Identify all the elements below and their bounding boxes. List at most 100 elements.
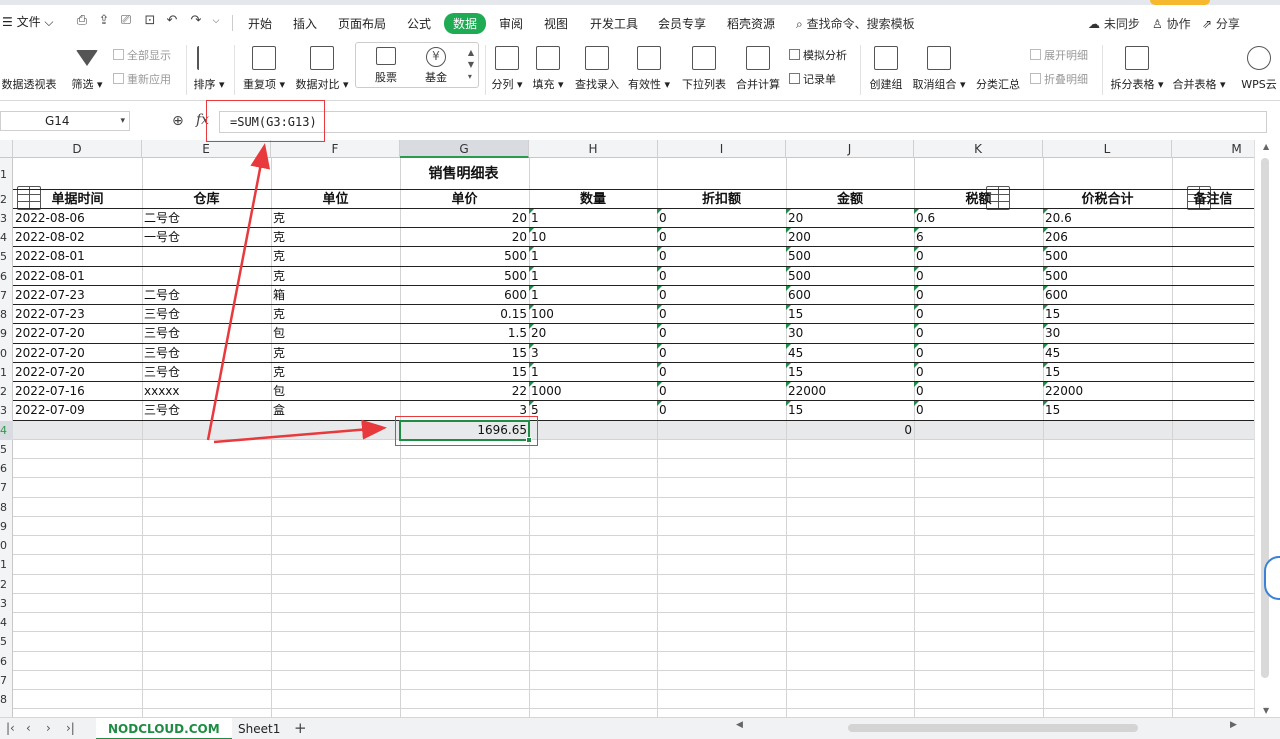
row-header[interactable]: 5 xyxy=(0,632,13,651)
split-table-button[interactable]: 拆分表格 ▾ xyxy=(1108,46,1166,92)
table-cell[interactable]: 箱 xyxy=(271,286,400,305)
table-cell[interactable]: 45 xyxy=(786,344,914,363)
row-header[interactable]: 5 xyxy=(0,247,13,266)
row-header[interactable]: 3 xyxy=(0,209,13,228)
row-header[interactable]: 7 xyxy=(0,286,13,305)
table-cell[interactable]: 2022-07-20 xyxy=(13,344,142,363)
fx-icon[interactable]: fx xyxy=(196,112,209,128)
table-cell[interactable]: 15 xyxy=(1043,401,1172,420)
table-cell[interactable]: 1 xyxy=(529,363,657,382)
row-header[interactable]: 9 xyxy=(0,324,13,343)
table-cell[interactable]: 克 xyxy=(271,247,400,266)
table-cell[interactable]: 0 xyxy=(657,286,786,305)
preview-icon[interactable]: ⊡ xyxy=(142,13,158,29)
column-header-k[interactable]: K xyxy=(914,140,1043,158)
table-cell[interactable]: 2022-07-23 xyxy=(13,305,142,324)
table-cell[interactable]: 2022-08-01 xyxy=(13,247,142,266)
row-header[interactable]: 1 xyxy=(0,363,13,382)
tab-insert[interactable]: 插入 xyxy=(293,15,317,32)
table-cell[interactable]: 15 xyxy=(786,305,914,324)
sync-button[interactable]: ☁ 未同步 xyxy=(1088,15,1140,32)
table-cell[interactable]: 三号仓 xyxy=(142,305,271,324)
table-cell[interactable]: 6 xyxy=(914,228,1043,247)
scroll-up-icon[interactable]: ▲ xyxy=(1263,142,1269,151)
table-cell[interactable]: 克 xyxy=(271,344,400,363)
last-sheet-icon[interactable]: ›| xyxy=(66,721,75,735)
table-cell[interactable]: 15 xyxy=(1043,305,1172,324)
table-cell[interactable]: 2022-08-06 xyxy=(13,209,142,228)
stock-button[interactable]: 股票 xyxy=(366,47,406,85)
table-cell[interactable]: 15 xyxy=(400,363,529,382)
tab-member[interactable]: 会员专享 xyxy=(658,15,706,32)
reapply-button[interactable]: 重新应用 xyxy=(113,71,171,87)
table-cell[interactable]: 三号仓 xyxy=(142,344,271,363)
table-cell[interactable]: 克 xyxy=(271,305,400,324)
table-cell[interactable]: 600 xyxy=(786,286,914,305)
row-header[interactable]: 7 xyxy=(0,671,13,690)
table-cell[interactable]: 盒 xyxy=(271,401,400,420)
table-cell[interactable]: 2022-07-09 xyxy=(13,401,142,420)
table-cell[interactable]: 0 xyxy=(914,324,1043,343)
header-cell[interactable]: 税额 xyxy=(914,190,1043,209)
table-cell[interactable]: 1 xyxy=(529,209,657,228)
table-cell[interactable]: 15 xyxy=(786,363,914,382)
table-cell[interactable]: 1000 xyxy=(529,382,657,401)
scroll-left-icon[interactable]: ◀ xyxy=(736,720,743,730)
row-header[interactable]: 6 xyxy=(0,267,13,286)
table-cell[interactable]: 三号仓 xyxy=(142,324,271,343)
table-cell[interactable]: 500 xyxy=(1043,247,1172,266)
column-header-m[interactable]: M xyxy=(1172,140,1254,158)
row-header[interactable]: 4 xyxy=(0,613,13,632)
table-cell[interactable]: 600 xyxy=(1043,286,1172,305)
tab-data[interactable]: 数据 xyxy=(444,13,487,34)
table-cell[interactable]: 三号仓 xyxy=(142,363,271,382)
pivot-button[interactable]: 数据透视表 xyxy=(0,46,58,210)
tab-view[interactable]: 视图 xyxy=(544,15,568,32)
table-cell[interactable]: 500 xyxy=(1043,267,1172,286)
table-cell[interactable]: 2022-07-16 xyxy=(13,382,142,401)
table-cell[interactable]: 0 xyxy=(657,228,786,247)
prev-sheet-icon[interactable]: ‹ xyxy=(26,721,31,735)
column-header-l[interactable]: L xyxy=(1043,140,1172,158)
expand-detail-button[interactable]: 展开明细 xyxy=(1030,47,1088,63)
row-header[interactable]: 8 xyxy=(0,690,13,709)
header-cell[interactable]: 单位 xyxy=(271,190,400,209)
header-cell[interactable]: 单据时间 xyxy=(13,190,142,209)
row-header[interactable]: 8 xyxy=(0,305,13,324)
collab-button[interactable]: ♙ 协作 xyxy=(1152,15,1191,32)
table-cell[interactable]: 0 xyxy=(914,305,1043,324)
scroll-right-icon[interactable]: ▶ xyxy=(1230,720,1237,730)
table-cell[interactable]: 500 xyxy=(400,267,529,286)
row-header[interactable]: 0 xyxy=(0,344,13,363)
table-cell[interactable]: 0 xyxy=(914,363,1043,382)
show-all-button[interactable]: 全部显示 xyxy=(113,47,171,63)
table-cell[interactable]: 二号仓 xyxy=(142,286,271,305)
column-header-d[interactable]: D xyxy=(13,140,142,158)
table-cell[interactable]: 5 xyxy=(529,401,657,420)
redo-icon[interactable]: ↷ xyxy=(188,13,204,29)
table-cell[interactable]: 10 xyxy=(529,228,657,247)
save-icon[interactable]: ⎙ xyxy=(74,13,90,29)
file-menu[interactable]: ☰ 文件 ⌵ xyxy=(2,13,53,30)
column-header-e[interactable]: E xyxy=(142,140,271,158)
table-cell[interactable]: 二号仓 xyxy=(142,209,271,228)
row-header[interactable]: 1 xyxy=(0,555,13,574)
table-cell[interactable]: 0 xyxy=(914,247,1043,266)
header-cell[interactable]: 价税合计 xyxy=(1043,190,1172,209)
table-cell[interactable]: 0 xyxy=(914,382,1043,401)
table-cell[interactable]: 22000 xyxy=(1043,382,1172,401)
table-cell[interactable]: 20 xyxy=(400,209,529,228)
table-cell[interactable]: 0 xyxy=(657,363,786,382)
table-cell[interactable]: 包 xyxy=(271,382,400,401)
horizontal-scrollbar[interactable]: ◀ ▶ xyxy=(736,720,1248,733)
table-cell[interactable]: 0 xyxy=(914,344,1043,363)
table-cell[interactable]: 克 xyxy=(271,209,400,228)
header-cell[interactable]: 单价 xyxy=(400,190,529,209)
table-cell[interactable]: 克 xyxy=(271,363,400,382)
table-cell[interactable]: 20 xyxy=(529,324,657,343)
table-cell[interactable]: 20 xyxy=(400,228,529,247)
tab-watermark[interactable]: NODCLOUD.COM xyxy=(96,718,232,739)
tab-docer[interactable]: 稻壳资源 xyxy=(727,15,775,32)
table-cell[interactable]: 2022-08-02 xyxy=(13,228,142,247)
row-header[interactable]: 6 xyxy=(0,652,13,671)
